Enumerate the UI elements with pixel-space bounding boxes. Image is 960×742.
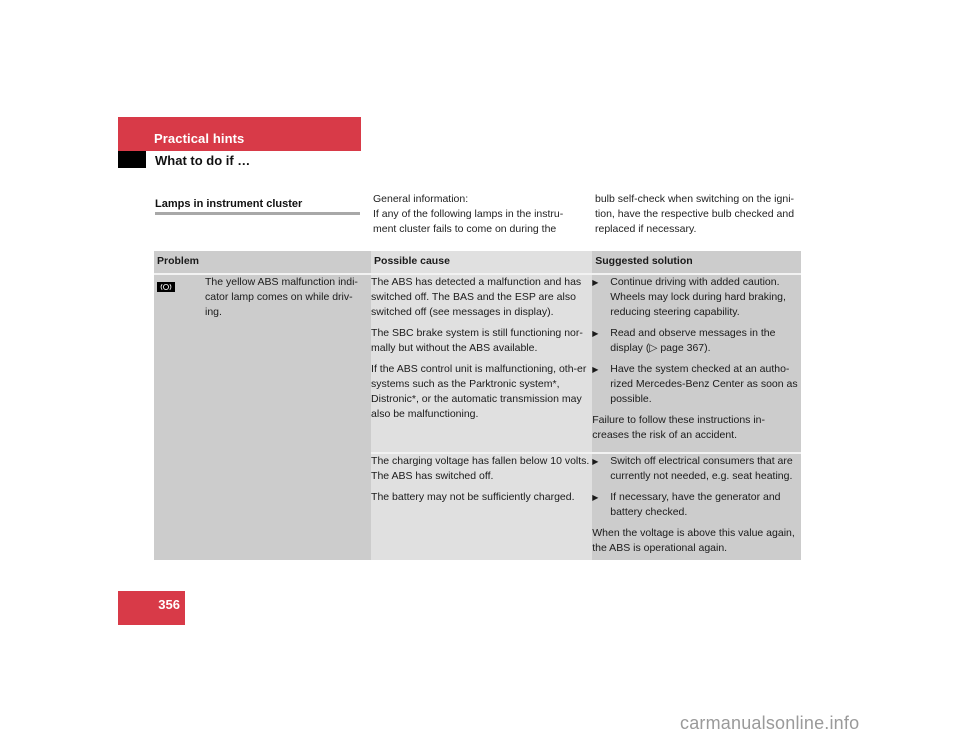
info-note: When the voltage is above this value aga…: [592, 527, 795, 554]
cause-text: The battery may not be sufficiently char…: [371, 491, 575, 503]
solution-text-with-page-ref[interactable]: Read and observe messages in the display…: [610, 326, 801, 356]
chapter-header-bar: Practical hints: [118, 117, 361, 151]
section-divider: [155, 212, 360, 215]
cause-text: The ABS has detected a malfunction and h…: [371, 276, 582, 318]
cause-cell: The charging voltage has fallen below 10…: [371, 452, 593, 560]
page-number: 356: [158, 597, 180, 612]
bullet-arrow-icon: ▶: [592, 493, 599, 502]
problem-description: The yellow ABS malfunction indi- cator l…: [205, 276, 358, 318]
cause-text: If the ABS control unit is malfunctionin…: [371, 363, 587, 420]
cause-text: The SBC brake system is still functionin…: [371, 327, 583, 354]
solution-cell: ▶ Continue driving with added caution. W…: [592, 274, 801, 453]
page-subtitle: What to do if …: [155, 153, 251, 168]
intro-text-col1: General information: If any of the follo…: [373, 193, 564, 235]
section-title: Lamps in instrument cluster: [155, 198, 303, 210]
bullet-arrow-icon: ▶: [592, 278, 599, 287]
solution-step: ▶ Continue driving with added caution. W…: [592, 275, 801, 320]
watermark-text: carmanualsonline.info: [680, 713, 860, 733]
column-header-problem: Problem: [154, 251, 372, 275]
problem-cell: The yellow ABS malfunction indi- cator l…: [154, 274, 372, 560]
chapter-title: Practical hints: [154, 131, 245, 146]
troubleshooting-table: Problem Possible cause Suggested solutio…: [154, 251, 801, 560]
page-number-block: 356: [118, 591, 185, 625]
bullet-arrow-icon: ▶: [592, 457, 599, 466]
cause-cell: The ABS has detected a malfunction and h…: [371, 274, 593, 453]
solution-text: Switch off electrical consumers that are…: [610, 455, 793, 482]
solution-cell: ▶ Switch off electrical consumers that a…: [592, 452, 801, 560]
table-header-row: Problem Possible cause Suggested solutio…: [154, 251, 801, 275]
column-header-cause: Possible cause: [371, 251, 593, 275]
bullet-arrow-icon: ▶: [592, 329, 599, 338]
header-marker-block: [118, 151, 146, 168]
solution-step: ▶ If necessary, have the generator and b…: [592, 490, 801, 520]
solution-text: If necessary, have the generator and bat…: [610, 491, 781, 518]
abs-warning-lamp-icon: [157, 282, 175, 292]
warning-note: Failure to follow these instructions in-…: [592, 414, 765, 441]
solution-step: ▶ Switch off electrical consumers that a…: [592, 454, 801, 484]
solution-step: ▶ Read and observe messages in the displ…: [592, 326, 801, 356]
intro-text-col2: bulb self-check when switching on the ig…: [595, 193, 795, 235]
cause-text: The charging voltage has fallen below 10…: [371, 455, 590, 482]
column-header-solution: Suggested solution: [592, 251, 801, 275]
solution-step: ▶ Have the system checked at an autho-ri…: [592, 362, 801, 407]
solution-text: Continue driving with added caution. Whe…: [610, 276, 786, 318]
bullet-arrow-icon: ▶: [592, 365, 599, 374]
solution-text: Have the system checked at an autho-rize…: [610, 363, 798, 405]
table-row: The yellow ABS malfunction indi- cator l…: [154, 274, 801, 560]
